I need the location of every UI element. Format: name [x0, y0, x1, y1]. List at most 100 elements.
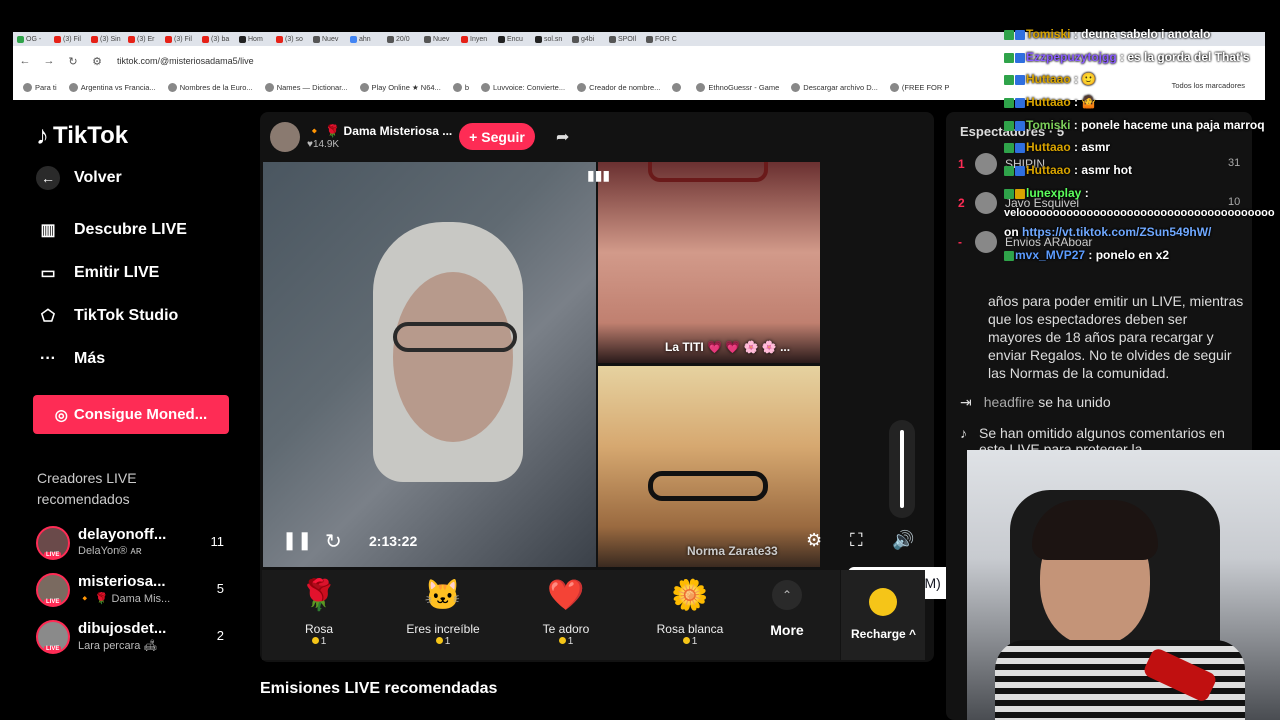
- sidebar-item-tiktok-studio[interactable]: ⬠ TikTok Studio: [36, 304, 178, 328]
- tiktok-logo[interactable]: ♪ TikTok: [36, 120, 128, 151]
- creator-subtitle: 🔸 🌹 Dama Mis...: [78, 593, 171, 605]
- creator-item[interactable]: LIVE delayonoff... DelaYon® ᴀʀ 11: [36, 524, 226, 564]
- sidebar-item-volver[interactable]: ← Volver: [36, 166, 122, 190]
- reload-icon[interactable]: ↻: [61, 55, 85, 68]
- sidebar-item-emitir-live[interactable]: ▭ Emitir LIVE: [36, 261, 159, 285]
- more-gifts-button[interactable]: ⌃ More: [767, 580, 807, 638]
- bookmark-item[interactable]: Luvvoice: Convierte...: [480, 82, 565, 92]
- joined-username[interactable]: headfire: [984, 394, 1035, 410]
- overlay-message: 🙂: [1081, 72, 1097, 86]
- bookmark-favicon-icon: [480, 82, 490, 92]
- recharge-button[interactable]: Recharge ^: [841, 570, 925, 660]
- sidebar-item-label: TikTok Studio: [74, 307, 179, 324]
- overlay-message: ponele haceme una paja marroq: [1081, 118, 1265, 132]
- browser-tab[interactable]: ahn: [346, 32, 383, 46]
- browser-tab[interactable]: g4bi: [568, 32, 605, 46]
- pause-icon[interactable]: ❚❚: [282, 530, 312, 551]
- overlay-user: Huttaao: [1026, 95, 1071, 109]
- bookmark-item[interactable]: Para ti: [23, 82, 57, 92]
- gift-price-value: 1: [691, 636, 698, 647]
- bookmark-item[interactable]: Play Online ★ N64...: [359, 82, 441, 92]
- tab-favicon-icon: [128, 35, 135, 43]
- follow-button[interactable]: + Seguir: [459, 123, 535, 150]
- forward-arrow-icon[interactable]: →: [37, 55, 61, 67]
- tab-favicon-icon: [54, 35, 61, 43]
- heart-icon: ❤️: [547, 579, 585, 612]
- bookmark-item[interactable]: [672, 82, 684, 92]
- browser-tab[interactable]: (3) ba: [198, 32, 235, 46]
- bookmark-item[interactable]: Nombres de la Euro...: [167, 82, 253, 92]
- browser-tab[interactable]: 20/0: [383, 32, 420, 46]
- overlay-chat-line: on https://vt.tiktok.com/ZSun549hW/: [1004, 225, 1211, 239]
- overlay-chat-line: lunexplay :: [1004, 186, 1089, 200]
- share-icon[interactable]: ➦: [556, 127, 569, 147]
- browser-tab[interactable]: (3) Sin: [87, 32, 124, 46]
- video-guest-bottom[interactable]: [598, 366, 820, 567]
- tiktok-note-icon: ♪: [36, 120, 49, 150]
- bookmark-item[interactable]: (FREE FOR P: [889, 82, 949, 92]
- creator-item[interactable]: LIVE dibujosdet... Lara percara 🛋 2: [36, 618, 226, 658]
- browser-tab[interactable]: Hom: [235, 32, 272, 46]
- bookmark-item[interactable]: Names — Dictionar...: [264, 82, 348, 92]
- creator-subtitle: DelaYon® ᴀʀ: [78, 545, 142, 557]
- tab-title: Hom: [248, 35, 263, 43]
- creator-name: delayonoff...: [78, 526, 167, 543]
- overlay-chat-line: mvx_MVP27 : ponelo en x2: [1004, 248, 1169, 262]
- gift-price-value: 1: [444, 636, 451, 647]
- tab-title: (3) so: [285, 35, 303, 43]
- get-coins-button[interactable]: ◎ Consigue Moned...: [33, 395, 229, 434]
- browser-tab[interactable]: FOR C: [642, 32, 679, 46]
- bookmark-item[interactable]: EthnoGuessr - Game: [696, 82, 779, 92]
- gift-name: Rosa: [304, 622, 333, 636]
- url-text[interactable]: tiktok.com/@misteriosadama5/live: [117, 56, 254, 66]
- sidebar-item-mas[interactable]: ··· Más: [36, 347, 105, 371]
- bookmark-favicon-icon: [577, 82, 587, 92]
- fullscreen-icon[interactable]: ⛶: [850, 530, 863, 551]
- overlay-link[interactable]: https://vt.tiktok.com/ZSun549hW/: [1022, 225, 1211, 239]
- tab-title: g4bi: [581, 35, 595, 43]
- browser-tab[interactable]: OG -: [13, 32, 50, 46]
- browser-tab[interactable]: Nuev: [309, 32, 346, 46]
- tiktok-note-icon: ♪: [960, 425, 967, 441]
- browser-tab[interactable]: SPOIl: [605, 32, 642, 46]
- volume-slider[interactable]: [889, 420, 915, 518]
- gift-item-rosa[interactable]: 🌹 Rosa 1: [269, 578, 369, 647]
- gift-item-te-adoro[interactable]: ❤️ Te adoro 1: [516, 578, 616, 647]
- settings-icon[interactable]: ⚙: [806, 530, 822, 551]
- sidebar-item-descubre-live[interactable]: ▥ Descubre LIVE: [36, 218, 187, 242]
- browser-tab[interactable]: (3) Er: [124, 32, 161, 46]
- browser-tab[interactable]: Inyen: [457, 32, 494, 46]
- browser-tab[interactable]: Nuev: [420, 32, 457, 46]
- bookmark-favicon-icon: [452, 82, 462, 92]
- sidebar-item-label: Descubre LIVE: [74, 221, 187, 238]
- overlay-user: mvx_MVP27: [1015, 248, 1086, 262]
- browser-tab[interactable]: Encu: [494, 32, 531, 46]
- bookmark-item[interactable]: b: [452, 82, 469, 92]
- bookmark-favicon-icon: [264, 82, 274, 92]
- sidebar-item-label: Volver: [74, 169, 122, 186]
- video-guest-top[interactable]: [598, 162, 820, 363]
- overlay-message: deuna sabelo i anotalo: [1081, 27, 1211, 41]
- omitted-text: Se han omitido algunos comentarios en es…: [979, 425, 1225, 451]
- badge-icon: [1004, 74, 1014, 85]
- chevron-up-icon: ⌃: [772, 580, 802, 610]
- back-arrow-icon[interactable]: ←: [13, 55, 37, 67]
- browser-tab[interactable]: (3) Fil: [50, 32, 87, 46]
- gift-item-eres-increible[interactable]: 🐱 Eres increíble 1: [393, 578, 493, 647]
- bookmark-favicon-icon: [696, 82, 706, 92]
- bookmark-item[interactable]: Creador de nombre...: [577, 82, 660, 92]
- host-name[interactable]: 🔸 🌹 Dama Misteriosa ...: [307, 124, 452, 138]
- volume-icon[interactable]: 🔊: [892, 530, 914, 551]
- tab-title: Nuev: [433, 35, 450, 43]
- browser-tab[interactable]: sol.sn: [531, 32, 568, 46]
- site-info-icon[interactable]: ⚙: [85, 55, 109, 68]
- gift-item-rosa-blanca[interactable]: 🌼 Rosa blanca 1: [640, 578, 740, 647]
- host-avatar[interactable]: [270, 122, 300, 152]
- browser-tab[interactable]: (3) Fil: [161, 32, 198, 46]
- bookmark-item[interactable]: Descargar archivo D...: [791, 82, 878, 92]
- creator-item[interactable]: LIVE misteriosa... 🔸 🌹 Dama Mis... 5: [36, 571, 226, 611]
- browser-tab[interactable]: (3) so: [272, 32, 309, 46]
- bookmark-item[interactable]: Argentina vs Francia...: [68, 82, 156, 92]
- refresh-icon[interactable]: ↻: [325, 529, 342, 554]
- video-main-host[interactable]: [263, 162, 596, 567]
